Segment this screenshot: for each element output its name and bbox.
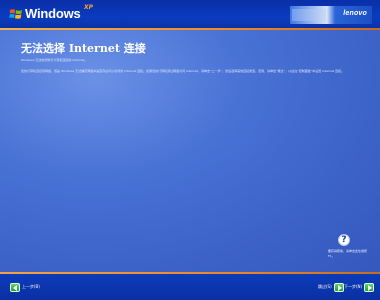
page-title: 无法选择 Internet 连接: [21, 42, 146, 55]
page-description: 您的计算机连接到网络，但是 Windows 无法确定网络中是否存在可以访问的 I…: [21, 69, 345, 73]
footer-accent-line: [0, 272, 380, 274]
lenovo-logo: lenovo: [343, 10, 367, 17]
windows-wordmark: Windows: [25, 6, 81, 21]
help-icon[interactable]: ?: [338, 234, 350, 246]
next-button[interactable]: 下一步(N): [344, 282, 375, 292]
skip-arrow-icon: [333, 282, 344, 292]
help-text[interactable]: 要获得帮助，请单击此处或按 F1。: [328, 249, 368, 259]
main-content: [0, 30, 380, 272]
back-button-label: 上一步(B): [22, 284, 40, 289]
skip-button-label: 跳过(S): [318, 284, 332, 289]
next-button-label: 下一步(N): [344, 284, 363, 289]
top-banner: Windows XP lenovo: [0, 0, 380, 28]
windows-flag-icon: [9, 9, 22, 19]
windows-version-badge: XP: [84, 4, 94, 11]
back-arrow-icon: [10, 282, 20, 292]
back-button[interactable]: 上一步(B): [10, 282, 40, 292]
page-subtitle: Windows 无法检测到与计算机连接的 Internet。: [21, 58, 88, 62]
next-arrow-icon: [364, 282, 375, 292]
setup-screen: Windows XP lenovo 无法选择 Internet 连接 Windo…: [0, 0, 380, 300]
skip-button[interactable]: 跳过(S): [318, 282, 344, 292]
brand-panel: lenovo: [290, 6, 372, 24]
